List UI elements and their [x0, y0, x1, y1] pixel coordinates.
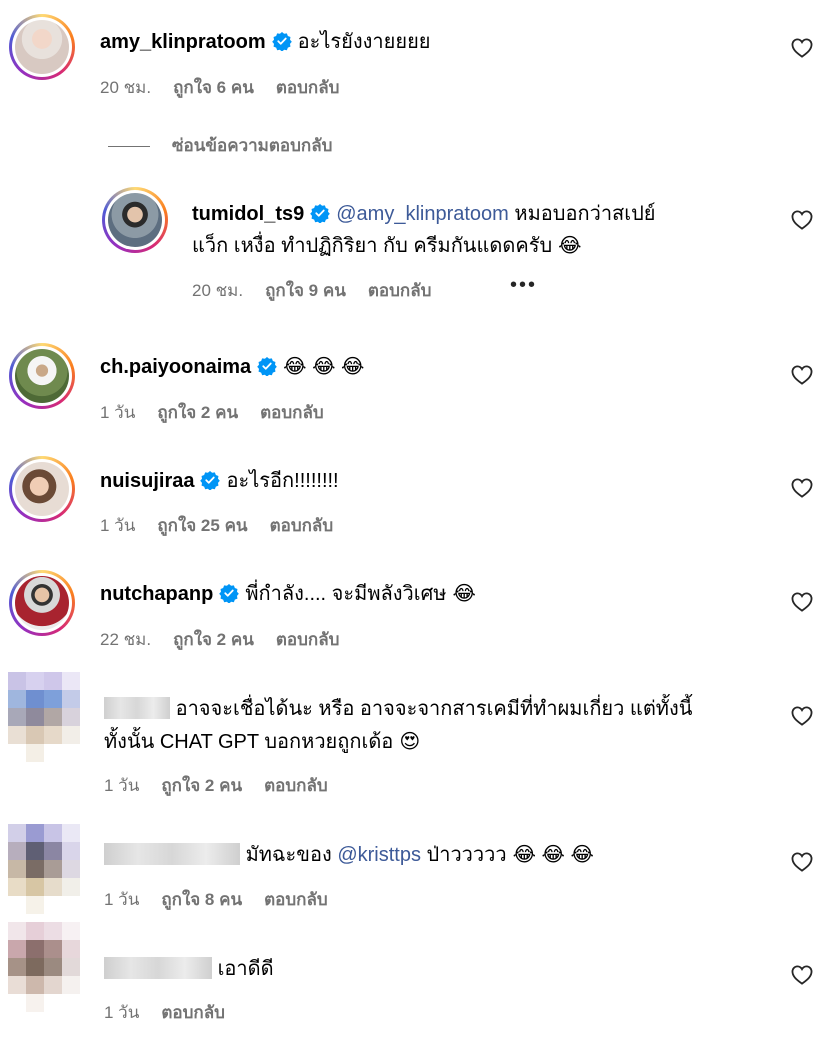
comment-text: ทั้งนั้น CHAT GPT บอกหวยถูกเด้อ — [104, 731, 394, 753]
likes-count[interactable]: ถูกใจ 2 คน — [157, 403, 238, 422]
laughing-emoji: 😂 — [452, 583, 476, 605]
heart-icon[interactable] — [791, 478, 813, 498]
verified-badge-icon — [272, 31, 292, 51]
timestamp: 1 วัน — [100, 403, 136, 422]
timestamp: 20 ชม. — [192, 281, 244, 300]
likes-count[interactable]: ถูกใจ 2 คน — [161, 776, 242, 795]
comment-text: แว็ก เหงื่อ ทำปฏิกิริยา กับ ครีมกันแดดคร… — [192, 235, 553, 257]
likes-count[interactable]: ถูกใจ 6 คน — [173, 78, 254, 97]
username-link[interactable]: nuisujiraa — [100, 470, 194, 492]
comment-meta: 1 วัน ตอบกลับ — [104, 999, 247, 1026]
avatar[interactable] — [9, 570, 75, 636]
verified-badge-icon — [219, 583, 239, 603]
comment-meta: 1 วัน ถูกใจ 2 คน ตอบกลับ — [104, 772, 350, 799]
reply-button[interactable]: ตอบกลับ — [270, 516, 334, 535]
comment-text: ป่าววววว — [420, 844, 507, 866]
avatar[interactable] — [102, 187, 168, 253]
username-blurred[interactable] — [104, 697, 170, 719]
more-options-icon[interactable]: ••• — [510, 274, 537, 297]
divider — [108, 146, 150, 147]
laughing-emoji: 😂 — [558, 235, 582, 257]
verified-badge-icon — [257, 356, 277, 376]
heart-icon[interactable] — [791, 965, 813, 985]
username-blurred[interactable] — [104, 957, 212, 979]
comment-text: อะไรยังงายยยย — [297, 31, 431, 53]
comment-text: หมอบอกว่าสเปย์ — [508, 203, 656, 225]
avatar-pixelated[interactable] — [8, 824, 80, 914]
comment-text: อะไรอีก!!!!!!!! — [226, 470, 339, 492]
heart-eyes-emoji: 😍 — [399, 731, 421, 753]
comment-text: อาจจะเชื่อได้นะ หรือ อาจจะจากสารเคมีที่ท… — [175, 698, 693, 720]
comment-text: มัทฉะของ — [245, 844, 338, 866]
comment-text: 😂 😂 😂 — [283, 356, 365, 378]
avatar[interactable] — [9, 456, 75, 522]
username-link[interactable]: nutchapanp — [100, 583, 213, 605]
likes-count[interactable]: ถูกใจ 2 คน — [173, 630, 254, 649]
timestamp: 1 วัน — [104, 1003, 140, 1022]
heart-icon[interactable] — [791, 210, 813, 230]
username-blurred[interactable] — [104, 843, 240, 865]
avatar-pixelated[interactable] — [8, 922, 80, 1012]
timestamp: 1 วัน — [100, 516, 136, 535]
reply-button[interactable]: ตอบกลับ — [264, 776, 328, 795]
reply-button[interactable]: ตอบกลับ — [276, 78, 340, 97]
avatar[interactable] — [9, 14, 75, 80]
avatar[interactable] — [9, 343, 75, 409]
comment-text-line: amy_klinpratoom อะไรยังงายยยย — [100, 28, 431, 56]
verified-badge-icon — [310, 203, 330, 223]
username-link[interactable]: amy_klinpratoom — [100, 31, 266, 53]
username-link[interactable]: tumidol_ts9 — [192, 203, 304, 225]
reply-button[interactable]: ตอบกลับ — [260, 403, 324, 422]
comment-text-line: เอาดีดี — [104, 955, 274, 983]
comment-meta: 20 ชม. ถูกใจ 6 คน ตอบกลับ — [100, 74, 361, 101]
comment-meta: 22 ชม. ถูกใจ 2 คน ตอบกลับ — [100, 626, 361, 653]
reply-button[interactable]: ตอบกลับ — [161, 1003, 225, 1022]
comment-text: เอาดีดี — [217, 958, 274, 980]
comment-meta: 1 วัน ถูกใจ 2 คน ตอบกลับ — [100, 399, 346, 426]
comment-text-line: อาจจะเชื่อได้นะ หรือ อาจจะจากสารเคมีที่ท… — [104, 695, 692, 723]
comment-text: พี่กำลัง.... จะมีพลังวิเศษ — [245, 583, 447, 605]
verified-badge-icon — [200, 470, 220, 490]
heart-icon[interactable] — [791, 706, 813, 726]
comment-meta: 1 วัน ถูกใจ 25 คน ตอบกลับ — [100, 512, 355, 539]
comment-text-line: ทั้งนั้น CHAT GPT บอกหวยถูกเด้อ 😍 — [104, 728, 420, 756]
avatar-pixelated[interactable] — [8, 672, 80, 762]
comment-meta: 1 วัน ถูกใจ 8 คน ตอบกลับ — [104, 886, 350, 913]
reply-button[interactable]: ตอบกลับ — [264, 890, 328, 909]
comment-meta: 20 ชม. ถูกใจ 9 คน ตอบกลับ — [192, 277, 453, 304]
comment-text-line: nuisujiraa อะไรอีก!!!!!!!! — [100, 467, 339, 495]
timestamp: 1 วัน — [104, 776, 140, 795]
reply-button[interactable]: ตอบกลับ — [276, 630, 340, 649]
heart-icon[interactable] — [791, 592, 813, 612]
heart-icon[interactable] — [791, 38, 813, 58]
heart-icon[interactable] — [791, 365, 813, 385]
heart-icon[interactable] — [791, 852, 813, 872]
timestamp: 22 ชม. — [100, 630, 152, 649]
laughing-emoji: 😂 😂 😂 — [512, 844, 594, 866]
likes-count[interactable]: ถูกใจ 25 คน — [157, 516, 247, 535]
mention-link[interactable]: @amy_klinpratoom — [336, 203, 509, 225]
likes-count[interactable]: ถูกใจ 8 คน — [161, 890, 242, 909]
mention-link[interactable]: @kristtps — [337, 844, 421, 866]
comment-text-line: มัทฉะของ @kristtps ป่าววววว 😂 😂 😂 — [104, 841, 594, 869]
hide-replies-button[interactable]: ซ่อนข้อความตอบกลับ — [172, 132, 332, 159]
comment-text-line: ch.paiyoonaima 😂 😂 😂 — [100, 353, 364, 381]
username-link[interactable]: ch.paiyoonaima — [100, 356, 251, 378]
timestamp: 20 ชม. — [100, 78, 152, 97]
reply-button[interactable]: ตอบกลับ — [368, 281, 432, 300]
likes-count[interactable]: ถูกใจ 9 คน — [265, 281, 346, 300]
comment-text-line: nutchapanp พี่กำลัง.... จะมีพลังวิเศษ 😂 — [100, 580, 476, 608]
comment-text-line: แว็ก เหงื่อ ทำปฏิกิริยา กับ ครีมกันแดดคร… — [192, 232, 582, 260]
comment-text-line: tumidol_ts9 @amy_klinpratoom หมอบอกว่าสเป… — [192, 200, 656, 228]
timestamp: 1 วัน — [104, 890, 140, 909]
